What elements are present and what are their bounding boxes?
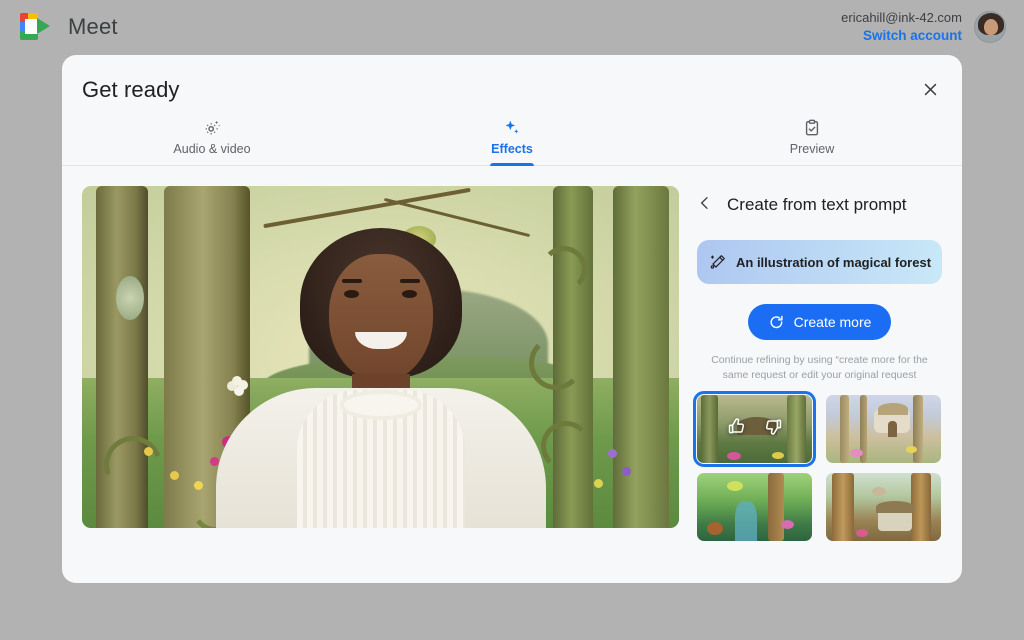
video-self-view[interactable] [82,186,679,528]
refine-hint: Continue refining by using “create more … [711,354,928,382]
switch-account-link[interactable]: Switch account [841,27,962,45]
result-thumbnail-3[interactable] [697,473,812,542]
create-more-button[interactable]: Create more [747,304,892,340]
avatar[interactable] [974,10,1006,43]
person-silhouette [215,228,546,528]
create-more-label: Create more [793,314,872,330]
tab-label: Preview [789,142,835,156]
tab-label: Audio & video [173,142,251,156]
top-bar: Meet ericahill@ink-42.com Switch account [0,0,1024,54]
prompt-value: An illustration of magical forest [736,254,932,270]
google-meet-logo-icon [20,13,54,41]
clipboard-check-icon [802,117,822,139]
dialog-title: Get ready [82,77,180,102]
account-area: ericahill@ink-42.com Switch account [841,9,1006,45]
tab-audio-video[interactable]: Audio & video [62,115,362,165]
account-email: ericahill@ink-42.com [841,10,962,26]
refresh-icon [768,314,785,331]
sparkle-icon [502,117,522,139]
get-ready-dialog: Get ready Audio & video Effects Preview … [62,55,962,583]
result-thumbnail-1[interactable] [693,391,816,468]
tab-label: Effects [491,142,533,156]
result-thumbnails [693,391,942,542]
text-prompt-input[interactable]: An illustration of magical forest [697,240,942,284]
chevron-left-icon[interactable] [697,192,713,218]
result-thumbnail-4[interactable] [826,473,941,542]
dialog-tabs: Audio & video Effects Preview [62,115,962,166]
tab-preview[interactable]: Preview [662,115,962,165]
product-name: Meet [68,14,118,39]
brand: Meet [20,13,118,41]
magic-wand-icon [709,253,727,271]
close-icon[interactable] [912,71,948,107]
panel-title: Create from text prompt [727,195,907,214]
dialog-body: Create from text prompt An illustration … [62,166,962,542]
tab-effects[interactable]: Effects [362,115,662,165]
thumb-up-icon[interactable] [727,417,746,441]
effects-panel: Create from text prompt An illustration … [693,186,942,542]
panel-header: Create from text prompt [697,192,942,218]
result-thumbnail-2[interactable] [826,395,941,464]
feedback-overlay [697,395,812,463]
thumb-down-icon[interactable] [764,417,783,441]
gear-sparkle-icon [202,117,222,139]
